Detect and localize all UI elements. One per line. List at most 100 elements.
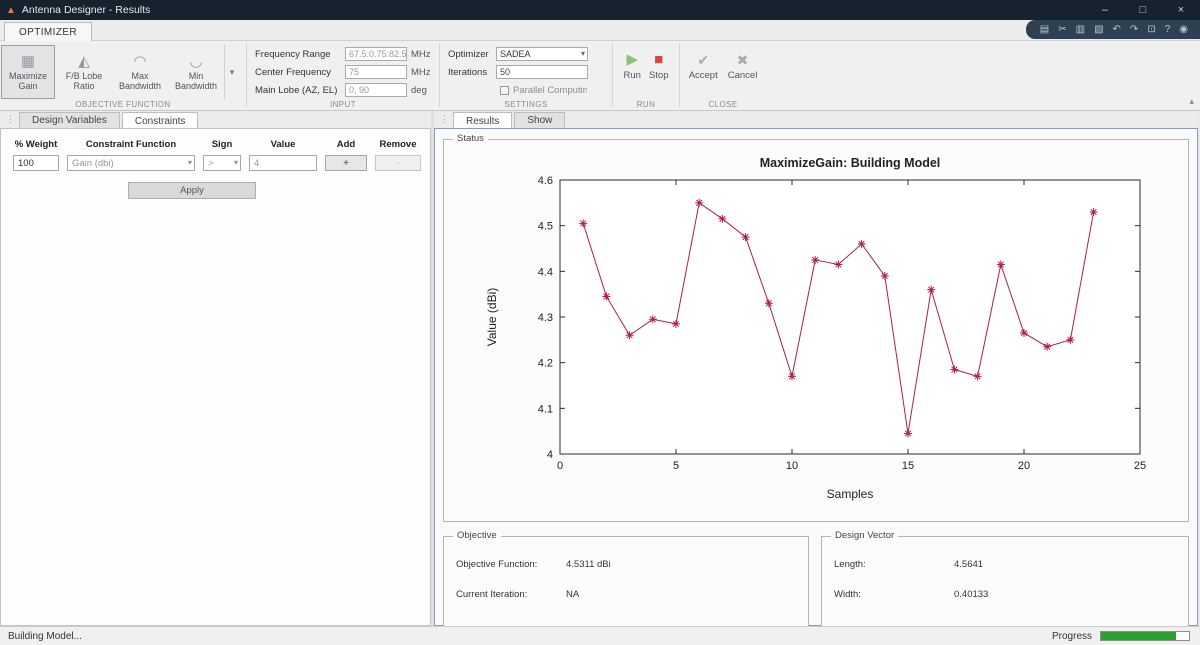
- constraints-pane: % Weight Constraint Function Sign Value …: [0, 128, 431, 626]
- sign-select[interactable]: > ▾: [203, 155, 241, 171]
- tab-constraints[interactable]: Constraints: [121, 112, 199, 129]
- resources-icon[interactable]: ◉: [1179, 24, 1188, 35]
- iterations-input[interactable]: 50: [496, 65, 588, 79]
- left-panel: ⋮ Design Variables Constraints % Weight …: [0, 111, 431, 626]
- tab-optimizer[interactable]: OPTIMIZER: [4, 22, 93, 41]
- sign-value: >: [208, 157, 214, 169]
- run-icon: ▶: [626, 51, 638, 68]
- fb-lobe-ratio-icon: ◭: [78, 52, 90, 70]
- layout-icon[interactable]: ⊡: [1147, 24, 1155, 35]
- help-icon[interactable]: ?: [1165, 24, 1171, 35]
- minimize-icon[interactable]: –: [1086, 0, 1124, 20]
- svg-text:4.2: 4.2: [538, 358, 553, 370]
- app-window: ▲ Antenna Designer - Results – □ × OPTIM…: [0, 0, 1200, 645]
- add-constraint-button[interactable]: +: [325, 155, 367, 171]
- svg-text:4.3: 4.3: [538, 312, 553, 324]
- fb-lobe-ratio-button[interactable]: ◭ F/B Lobe Ratio: [57, 45, 111, 99]
- copy-icon[interactable]: ▥: [1076, 24, 1085, 35]
- svg-text:4.4: 4.4: [538, 266, 553, 278]
- app-icon: ▲: [6, 4, 16, 16]
- accept-label: Accept: [688, 70, 718, 81]
- iterations-label: Iterations: [448, 66, 488, 78]
- objective-group-title: Objective: [453, 530, 501, 541]
- svg-text:5: 5: [673, 460, 679, 472]
- frequency-range-unit: MHz: [411, 48, 431, 60]
- main-lobe-label: Main Lobe (AZ, EL): [255, 84, 338, 96]
- window-controls: – □ ×: [1086, 0, 1200, 20]
- cut-icon[interactable]: ✂: [1058, 24, 1066, 35]
- undo-icon[interactable]: ↶: [1113, 24, 1121, 35]
- svg-text:15: 15: [902, 460, 914, 472]
- accept-check-icon: ✔: [697, 52, 710, 68]
- cancel-x-icon: ✖: [736, 52, 749, 68]
- maximize-icon[interactable]: □: [1124, 0, 1162, 20]
- center-frequency-input[interactable]: 75: [345, 65, 407, 79]
- main-lobe-unit: deg: [411, 84, 427, 96]
- stop-icon: ■: [654, 51, 664, 68]
- apply-button[interactable]: Apply: [128, 182, 256, 199]
- constraint-function-value: Gain (dbi): [72, 157, 114, 169]
- design-vector-group-title: Design Vector: [831, 530, 899, 541]
- save-icon[interactable]: ▤: [1040, 24, 1049, 35]
- close-icon[interactable]: ×: [1162, 0, 1200, 20]
- svg-text:MaximizeGain: Building Model: MaximizeGain: Building Model: [760, 156, 941, 170]
- window-title: Antenna Designer - Results: [21, 4, 151, 16]
- redo-icon[interactable]: ↷: [1130, 24, 1138, 35]
- svg-text:4.5: 4.5: [538, 221, 553, 233]
- objective-groupbox: Objective Objective Function: 4.5311 dBi…: [443, 530, 809, 630]
- settings-group-label: SETTINGS: [504, 100, 548, 109]
- right-panel: ⋮ Results Show Status 0 5 10 15 20 25 4 4.1 4.2 4…: [434, 111, 1198, 630]
- parallel-computing-checkbox[interactable]: [500, 85, 509, 95]
- chevron-down-icon: ▾: [233, 158, 238, 167]
- status-message: Building Model...: [8, 630, 82, 642]
- weight-input[interactable]: 100: [13, 155, 59, 171]
- title-bar: ▲ Antenna Designer - Results – □ ×: [0, 0, 1200, 20]
- objective-gallery-dropdown[interactable]: ▾: [224, 45, 239, 99]
- min-bandwidth-button[interactable]: ◡ Min Bandwidth: [169, 45, 223, 99]
- objective-function-value: 4.5311 dBi: [566, 559, 611, 570]
- panel-drag-handle-icon: ⋮: [440, 114, 449, 124]
- constraint-function-select[interactable]: Gain (dbi) ▾: [67, 155, 195, 171]
- paste-icon[interactable]: ▧: [1094, 24, 1103, 35]
- header-add: Add: [336, 139, 356, 150]
- stop-label: Stop: [648, 70, 669, 81]
- tab-show[interactable]: Show: [514, 112, 566, 128]
- ribbon: ▦ Maximize Gain ◭ F/B Lobe Ratio ◠ Max B…: [0, 41, 1200, 111]
- svg-text:4.1: 4.1: [538, 403, 553, 415]
- tab-design-variables[interactable]: Design Variables: [19, 112, 120, 128]
- max-bandwidth-icon: ◠: [133, 52, 147, 70]
- svg-text:Value (dBi): Value (dBi): [485, 288, 499, 346]
- close-group-label: CLOSE: [708, 100, 738, 109]
- current-iteration-label: Current Iteration:: [456, 589, 528, 600]
- collapse-ribbon-icon[interactable]: ▴: [1189, 96, 1194, 107]
- optimizer-value: SADEA: [500, 49, 531, 59]
- constraint-value-input[interactable]: 4: [249, 155, 317, 171]
- max-bandwidth-button[interactable]: ◠ Max Bandwidth: [113, 45, 167, 99]
- group-input: Frequency Range 67.5:0.75:82.5 MHz Cente…: [247, 41, 439, 110]
- objective-function-label: Objective Function:: [456, 559, 538, 570]
- center-frequency-label: Center Frequency: [255, 66, 332, 78]
- status-bar: Building Model... Progress: [0, 626, 1200, 645]
- main-lobe-input[interactable]: 0, 90: [345, 83, 407, 97]
- tab-results[interactable]: Results: [453, 112, 513, 129]
- run-group-label: RUN: [636, 100, 656, 109]
- status-groupbox: Status 0 5 10 15 20 25 4 4.1 4.2 4.3 4.4 4.5 4.6 Maxi…: [443, 133, 1189, 522]
- panel-drag-handle-icon: ⋮: [6, 114, 15, 124]
- svg-text:10: 10: [786, 460, 798, 472]
- left-panel-tabs: ⋮ Design Variables Constraints: [0, 111, 431, 129]
- length-value: 4.5641: [954, 559, 984, 570]
- optimizer-label: Optimizer: [448, 48, 489, 60]
- cancel-label: Cancel: [727, 70, 758, 81]
- frequency-range-input[interactable]: 67.5:0.75:82.5: [345, 47, 407, 61]
- remove-constraint-button[interactable]: -: [375, 155, 421, 171]
- maximize-gain-button[interactable]: ▦ Maximize Gain: [1, 45, 55, 99]
- progress-bar: [1100, 631, 1190, 641]
- results-pane: Status 0 5 10 15 20 25 4 4.1 4.2 4.3 4.4 4.5 4.6 Maxi…: [434, 128, 1198, 630]
- optimizer-select[interactable]: SADEA ▾: [496, 47, 588, 61]
- chevron-down-icon: ▾: [187, 158, 192, 167]
- header-weight: % Weight: [14, 139, 58, 150]
- svg-text:25: 25: [1134, 460, 1146, 472]
- svg-text:4: 4: [547, 449, 553, 461]
- center-frequency-unit: MHz: [411, 66, 431, 78]
- svg-text:20: 20: [1018, 460, 1030, 472]
